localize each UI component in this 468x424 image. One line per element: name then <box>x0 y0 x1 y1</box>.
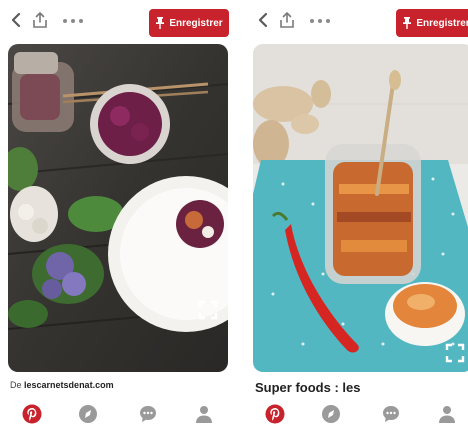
back-icon[interactable] <box>253 10 273 30</box>
more-options-icon[interactable] <box>307 11 333 31</box>
bottom-nav <box>0 402 229 424</box>
share-icon[interactable] <box>277 10 297 30</box>
pin-image[interactable] <box>8 44 228 372</box>
source-domain[interactable]: lescarnetsdenat.com <box>24 380 114 390</box>
pin-icon <box>403 17 412 29</box>
source-prefix: De <box>10 380 22 390</box>
bottom-nav <box>247 402 468 424</box>
pin-title: Super foods : les <box>255 380 361 395</box>
explore-icon[interactable] <box>78 404 98 424</box>
save-button-label: Enregistrer <box>169 17 223 29</box>
pickled-vegetables-jar-photo <box>253 44 468 372</box>
profile-icon[interactable] <box>194 404 214 424</box>
expand-icon[interactable] <box>198 300 218 320</box>
pin-image[interactable] <box>253 44 468 372</box>
more-options-icon[interactable] <box>60 11 86 31</box>
expand-icon[interactable] <box>445 343 465 363</box>
pin-icon <box>156 17 165 29</box>
pin-toolbar: Enregistrer <box>247 0 468 38</box>
messages-icon[interactable] <box>138 404 158 424</box>
pin-detail-right: Enregistrer Super foods: les <box>247 0 468 424</box>
explore-icon[interactable] <box>321 404 341 424</box>
home-icon[interactable] <box>265 404 285 424</box>
save-button[interactable]: Enregistrer <box>149 9 229 37</box>
profile-icon[interactable] <box>437 404 457 424</box>
pin-toolbar: Enregistrer <box>0 0 229 38</box>
pin-detail-left: Enregistrer De lescarnetsdenat.com <box>0 0 229 424</box>
pin-source[interactable]: De lescarnetsdenat.com <box>10 380 114 390</box>
save-button[interactable]: Enregistrer <box>396 9 468 37</box>
home-icon[interactable] <box>22 404 42 424</box>
back-icon[interactable] <box>6 10 26 30</box>
share-icon[interactable] <box>30 10 50 30</box>
salad-flatlay-photo <box>8 44 228 372</box>
save-button-label: Enregistrer <box>416 17 468 29</box>
messages-icon[interactable] <box>381 404 401 424</box>
